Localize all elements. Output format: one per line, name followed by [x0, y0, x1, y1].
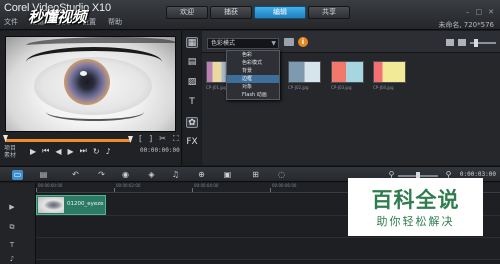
- ruler-label-1: 00:00:00:00: [38, 183, 63, 188]
- clip-label: 01200_eyeze: [67, 201, 104, 207]
- instant-project-icon[interactable]: ▤: [186, 57, 198, 68]
- motion-track-icon[interactable]: ⊕: [196, 170, 207, 180]
- storyboard-view-icon[interactable]: ▭: [12, 170, 23, 180]
- menu-item-background[interactable]: 背景: [227, 67, 279, 75]
- next-frame-icon[interactable]: ▶: [68, 147, 74, 156]
- menu-item-flash-animation[interactable]: Flash 动画: [227, 91, 279, 99]
- preview-screen: [5, 36, 176, 132]
- view-options: [446, 38, 496, 47]
- thumbnail-4-label: CP-J04.jpg: [373, 85, 394, 90]
- project-info: 未命名, 720*576: [438, 21, 494, 29]
- thumbnail-view-icon[interactable]: [446, 39, 454, 46]
- media-icon[interactable]: ▦: [186, 37, 198, 48]
- menu-item-object[interactable]: 对象: [227, 83, 279, 91]
- mode-project[interactable]: 项目: [4, 145, 16, 152]
- redo-icon[interactable]: ↷: [96, 170, 107, 180]
- menu-file[interactable]: 文件: [4, 17, 18, 27]
- tab-share[interactable]: 共享: [308, 6, 350, 19]
- preview-mode: 项目 素材: [4, 145, 16, 159]
- watermark-subtitle: 助你轻松解决: [376, 215, 455, 228]
- window-controls: – □ ✕ 未命名, 720*576: [438, 8, 494, 29]
- list-view-icon[interactable]: [458, 39, 466, 46]
- chapter-icon[interactable]: ◌: [276, 170, 287, 180]
- trim-markers: [ ] ✂ ⛶: [139, 134, 179, 144]
- tab-capture[interactable]: 捕获: [210, 6, 252, 19]
- tab-welcome[interactable]: 欢迎: [166, 6, 208, 19]
- ruler-label-3: 00:00:04:00: [194, 183, 219, 188]
- watermark-badge: 百科全说 助你轻松解决: [348, 178, 483, 236]
- menu-item-color-pattern[interactable]: 色彩模式: [227, 59, 279, 67]
- fullscreen-icon[interactable]: ⛶: [173, 134, 179, 144]
- tab-edit[interactable]: 编辑: [254, 6, 306, 19]
- transition-icon[interactable]: ▨: [186, 77, 198, 88]
- minimize-icon[interactable]: –: [466, 8, 470, 16]
- timeline-timecode[interactable]: 0:00:03:00: [460, 171, 496, 178]
- timeline-view-icon[interactable]: ▤: [38, 170, 49, 180]
- home-icon[interactable]: ⏮: [42, 146, 49, 156]
- voice-track-icon[interactable]: ♪: [8, 255, 16, 263]
- iris-shape: [64, 59, 110, 105]
- category-context-menu: 色彩 色彩模式 背景 边框 对象 Flash 动画: [226, 50, 280, 100]
- mark-out-button[interactable]: ]: [149, 134, 152, 144]
- timeline-clip[interactable]: 01200_eyeze: [36, 195, 106, 215]
- ruler-label-2: 00:00:02:00: [116, 183, 141, 188]
- mix-icon[interactable]: ◈: [146, 170, 157, 180]
- category-dropdown-value: 色彩模式: [211, 40, 236, 47]
- menu-item-color[interactable]: 色彩: [227, 51, 279, 59]
- info-icon[interactable]: i: [298, 37, 308, 47]
- filter-icon[interactable]: FX: [186, 137, 198, 148]
- volume-icon[interactable]: ♪: [106, 147, 111, 156]
- preview-timecode[interactable]: 00:00:00:00: [140, 147, 180, 154]
- thumbnail-3-label: CP-J03.jpg: [331, 85, 352, 90]
- thumbnail-2-label: CP-J02.jpg: [288, 85, 309, 90]
- title-bar: Corel VideoStudio X10 文件 编辑 工具 设置 帮助 秒懂视…: [0, 0, 500, 30]
- thumbnail-3[interactable]: [331, 61, 364, 83]
- overlay-logo: 秒懂视频: [28, 8, 87, 26]
- multicam-icon[interactable]: ⊞: [250, 170, 261, 180]
- undo-icon[interactable]: ↶: [70, 170, 81, 180]
- subtitle-icon[interactable]: ▣: [222, 170, 233, 180]
- end-icon[interactable]: ⏭: [80, 146, 87, 156]
- workspace-tabs: 欢迎 捕获 编辑 共享: [166, 6, 350, 19]
- graphic-icon[interactable]: ✿: [186, 117, 198, 128]
- lower-lid-shape: [46, 103, 144, 121]
- thumbnail-4[interactable]: [373, 61, 406, 83]
- menu-help[interactable]: 帮助: [108, 17, 122, 27]
- thumbnail-size-slider[interactable]: [470, 38, 496, 47]
- watermark-title: 百科全说: [371, 188, 460, 212]
- title-track-icon[interactable]: T: [8, 241, 16, 249]
- title-track[interactable]: [36, 238, 500, 260]
- transport-controls: ▶ ⏮ ◀ ▶ ⏭ ↻ ♪: [30, 146, 111, 156]
- mark-in-button[interactable]: [: [139, 134, 142, 144]
- chevron-down-icon: ▼: [271, 40, 276, 47]
- ruler-label-4: 00:00:06:00: [272, 183, 297, 188]
- repeat-icon[interactable]: ↻: [93, 147, 100, 156]
- clip-thumbnail: [38, 197, 64, 213]
- thumbnail-1-label: CP-J01.jpg: [206, 85, 227, 90]
- title-icon[interactable]: T: [186, 97, 198, 108]
- pupil-highlight: [80, 71, 87, 76]
- auto-music-icon[interactable]: ♫: [170, 170, 181, 180]
- prev-frame-icon[interactable]: ◀: [55, 147, 61, 156]
- timeline-zoom-slider[interactable]: [398, 172, 438, 180]
- scrubber-bar[interactable]: [5, 139, 130, 142]
- library-category-bar: ▦ ▤ ▨ T ✿ FX: [183, 31, 201, 165]
- mode-clip[interactable]: 素材: [4, 152, 16, 159]
- preview-panel: [ ] ✂ ⛶ 项目 素材 ▶ ⏮ ◀ ▶ ⏭ ↻ ♪ 00:00:00:00: [0, 31, 182, 165]
- thumbnail-2[interactable]: [288, 61, 321, 83]
- video-track-icon[interactable]: ▶: [8, 203, 16, 211]
- close-icon[interactable]: ✕: [488, 8, 494, 16]
- track-headers: ▶ ⧉ T ♪: [0, 183, 36, 264]
- category-dropdown[interactable]: 色彩模式 ▼: [207, 38, 279, 49]
- split-icon[interactable]: ✂: [159, 134, 166, 144]
- play-icon[interactable]: ▶: [30, 147, 36, 156]
- folder-icon[interactable]: [284, 38, 294, 46]
- record-icon[interactable]: ◉: [120, 170, 131, 180]
- menu-item-frame[interactable]: 边框: [227, 75, 279, 83]
- overlay-track-icon[interactable]: ⧉: [8, 223, 16, 231]
- maximize-icon[interactable]: □: [476, 8, 483, 16]
